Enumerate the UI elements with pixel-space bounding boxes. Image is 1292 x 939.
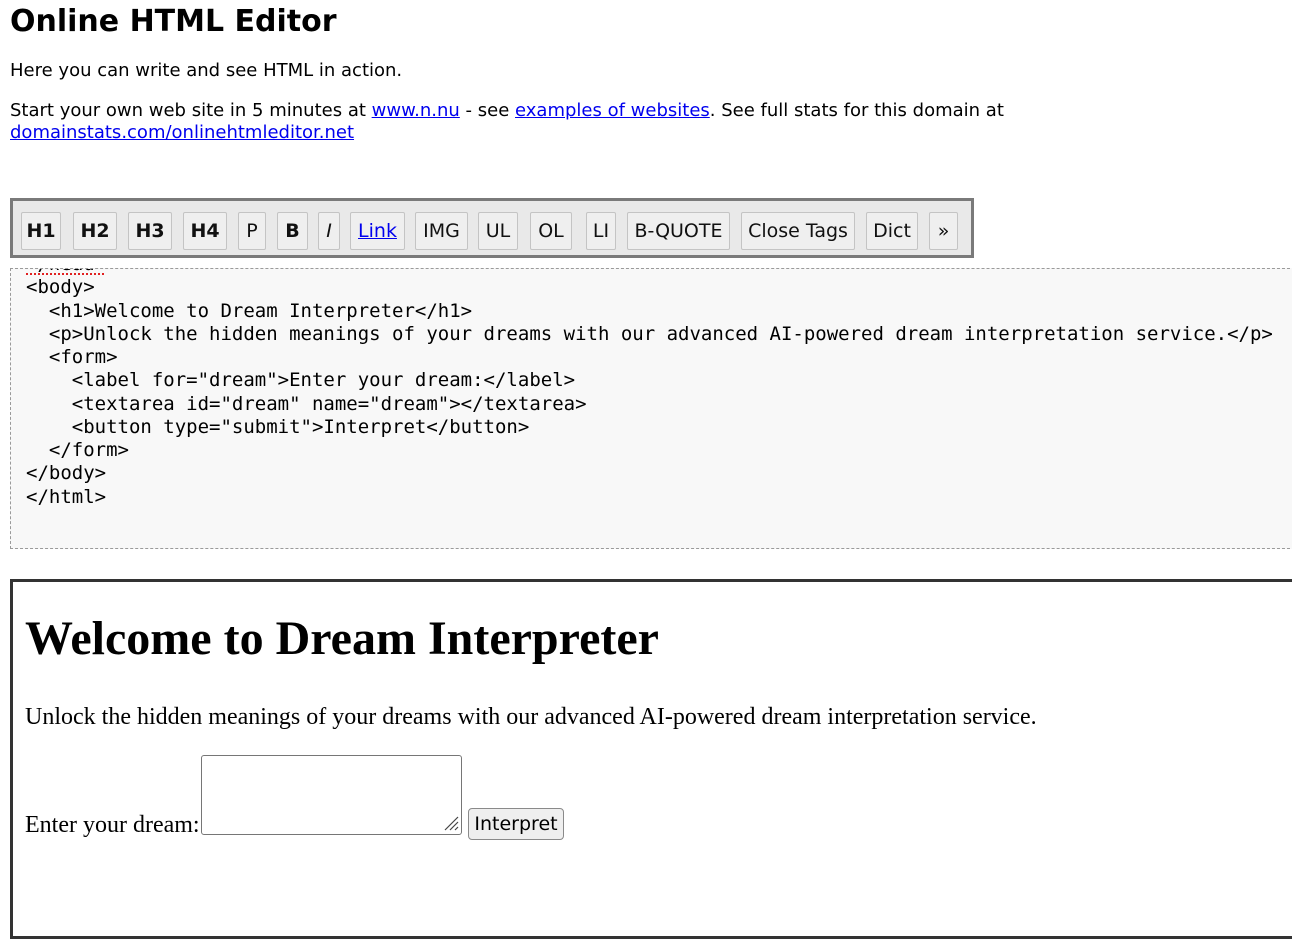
h3-button[interactable]: H3 — [128, 212, 172, 250]
h1-button[interactable]: H1 — [21, 212, 61, 250]
code-line: </html> — [26, 486, 107, 508]
promo-text: Start your own web site in 5 minutes at … — [10, 100, 1110, 144]
promo-text-mid: - see — [459, 100, 516, 121]
ol-button[interactable]: OL — [530, 212, 572, 250]
page-title: Online HTML Editor — [10, 4, 337, 39]
more-button[interactable]: » — [929, 212, 958, 250]
intro-text: Here you can write and see HTML in actio… — [10, 60, 403, 81]
dict-button[interactable]: Dict — [866, 212, 918, 250]
h4-button[interactable]: H4 — [183, 212, 227, 250]
preview-pane: Welcome to Dream Interpreter Unlock the … — [10, 579, 1292, 939]
editor-toolbar: H1 H2 H3 H4 P B I Link IMG UL OL LI B-QU… — [10, 198, 974, 258]
code-line: <p>Unlock the hidden meanings of your dr… — [26, 323, 1273, 345]
html-code-editor[interactable]: </head> <body> <h1>Welcome to Dream Inte… — [10, 268, 1292, 549]
bold-button[interactable]: B — [277, 212, 308, 250]
code-line: <form> — [26, 346, 118, 368]
code-line: </form> — [26, 439, 129, 461]
close-tags-button[interactable]: Close Tags — [741, 212, 855, 250]
italic-button[interactable]: I — [318, 212, 340, 250]
img-button[interactable]: IMG — [415, 212, 468, 250]
ul-button[interactable]: UL — [478, 212, 518, 250]
code-line: <textarea id="dream" name="dream"></text… — [26, 393, 587, 415]
code-line-hidden: </head> — [26, 269, 106, 276]
code-line: <h1>Welcome to Dream Interpreter</h1> — [26, 300, 473, 322]
h2-button[interactable]: H2 — [73, 212, 117, 250]
code-line: <label for="dream">Enter your dream:</la… — [26, 369, 576, 391]
promo-text-start: Start your own web site in 5 minutes at — [10, 100, 372, 121]
blockquote-button[interactable]: B-QUOTE — [627, 212, 730, 250]
code-line: </body> — [26, 462, 107, 484]
promo-text-end: . See full stats for this domain at — [709, 100, 1004, 121]
dream-label: Enter your dream: — [25, 812, 200, 838]
p-button[interactable]: P — [238, 212, 266, 250]
link-button[interactable]: Link — [350, 212, 405, 250]
code-line: <button type="submit">Interpret</button> — [26, 416, 530, 438]
examples-of-websites-link[interactable]: examples of websites — [515, 100, 710, 121]
dream-textarea[interactable] — [201, 755, 462, 835]
preview-paragraph: Unlock the hidden meanings of your dream… — [25, 704, 1037, 730]
code-line: <body> — [26, 276, 95, 298]
domainstats-link[interactable]: domainstats.com/onlinehtmleditor.net — [10, 122, 354, 143]
li-button[interactable]: LI — [586, 212, 616, 250]
www-n-nu-link[interactable]: www.n.nu — [372, 100, 460, 121]
interpret-button[interactable]: Interpret — [468, 808, 564, 840]
preview-heading: Welcome to Dream Interpreter — [25, 612, 659, 665]
link-button-label: Link — [358, 220, 397, 242]
